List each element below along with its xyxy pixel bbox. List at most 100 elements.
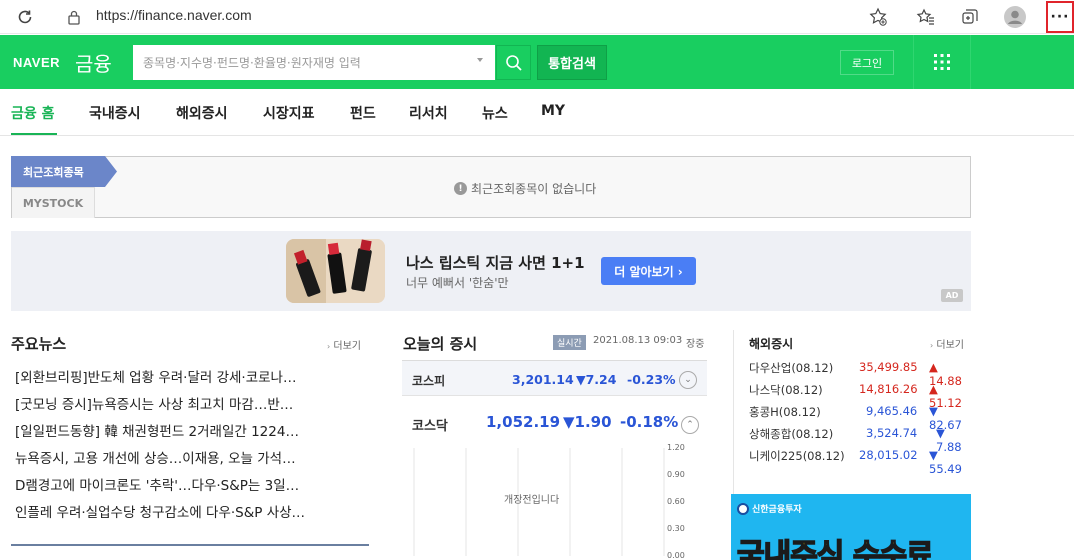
today-market-section: 오늘의 증시 실시간 2021.08.13 09:03 장중 코스피 3,201…: [402, 330, 707, 560]
service-menu-button[interactable]: [913, 35, 971, 89]
tab-mystock[interactable]: MYSTOCK: [12, 187, 95, 218]
news-item[interactable]: 뉴욕증시, 고용 개선에 상승…이재용, 오늘 가석…: [15, 447, 367, 467]
naver-logo[interactable]: NAVER: [13, 55, 60, 70]
overseas-row-name[interactable]: 상해종합(08.12): [749, 426, 833, 442]
site-header: NAVER 금융 통합검색 로그인: [0, 35, 1074, 89]
search-icon: [505, 54, 522, 71]
finance-logo[interactable]: 금융: [75, 48, 112, 77]
chart-ytick: 0.60: [667, 497, 685, 506]
nav-fund[interactable]: 펀드: [350, 103, 376, 123]
overseas-row-value: 35,499.85: [859, 360, 918, 374]
nav-active-indicator: [11, 133, 57, 135]
overseas-more-label: 더보기: [936, 340, 964, 351]
refresh-icon[interactable]: [13, 5, 37, 29]
realtime-badge: 실시간: [553, 335, 586, 350]
news-item[interactable]: 인플레 우려·실업수당 청구감소에 다우·S&P 사상…: [15, 501, 367, 521]
recent-empty-message: ! 최근조회종목이 없습니다: [454, 180, 596, 197]
info-icon: !: [454, 182, 467, 195]
ad-subtitle: 너무 예뻐서 '한숨'만: [406, 276, 509, 290]
news-item[interactable]: [굿모닝 증시]뉴욕증시는 사상 최고치 마감…반…: [15, 393, 367, 413]
overseas-row[interactable]: 상해종합(08.12) 3,524.74 ▼ 7.88: [749, 426, 971, 454]
overseas-row[interactable]: 니케이225(08.12) 28,015.02 ▼ 55.49: [749, 448, 971, 476]
search-button[interactable]: [496, 45, 531, 80]
main-nav: 금융 홈 국내증시 해외증시 시장지표 펀드 리서치 뉴스 MY: [0, 89, 1074, 136]
kosdaq-value: 1,052.19: [486, 413, 561, 431]
kospi-change: ▼7.24: [576, 372, 617, 387]
overseas-row[interactable]: 나스닥(08.12) 14,816.26 ▲ 51.12: [749, 382, 971, 410]
chevron-right-icon: ›: [930, 341, 934, 350]
chevron-down-icon[interactable]: [477, 58, 483, 62]
tab-recent-stocks[interactable]: 최근조회종목: [11, 156, 117, 187]
nav-home[interactable]: 금융 홈: [11, 103, 55, 123]
banner-brand: 신한금융투자: [737, 502, 802, 515]
nav-news[interactable]: 뉴스: [482, 103, 508, 123]
market-datetime: 2021.08.13 09:03: [593, 335, 683, 346]
unified-search-button[interactable]: 통합검색: [537, 45, 607, 80]
banner-headline: 국내주식 수수료: [736, 537, 934, 560]
overseas-row-value: 9,465.46: [866, 404, 918, 418]
news-item[interactable]: [외환브리핑]반도체 업황 우려·달러 강세·코로나…: [15, 366, 367, 386]
ad-banner[interactable]: 나스 립스틱 지금 사면 1+1 너무 예뻐서 '한숨'만 더 알아보기 › A…: [11, 231, 971, 311]
divider: [11, 544, 369, 546]
tab-recent-stocks-label: 최근조회종목: [23, 166, 84, 179]
ad-title[interactable]: 나스 립스틱 지금 사면 1+1: [406, 252, 585, 273]
kosdaq-rate: -0.18%: [620, 413, 679, 431]
ad-image[interactable]: [286, 239, 385, 303]
overseas-row-name[interactable]: 니케이225(08.12): [749, 448, 845, 464]
kospi-value: 3,201.14: [512, 372, 574, 387]
overseas-row[interactable]: 다우산업(08.12) 35,499.85 ▲ 14.88: [749, 360, 971, 388]
kosdaq-row[interactable]: 코스닥 1,052.19 ▼1.90 -0.18% ⌃: [402, 396, 707, 446]
overseas-market-section: 해외증시 › 더보기 다우산업(08.12) 35,499.85 ▲ 14.88…: [733, 330, 971, 480]
news-more-link[interactable]: › 더보기: [327, 337, 361, 352]
add-favorite-icon[interactable]: [866, 5, 890, 29]
news-item[interactable]: D램경고에 마이크론도 '추락'…다우·S&P는 3일…: [15, 474, 367, 494]
grid-icon: [934, 54, 950, 70]
nav-my[interactable]: MY: [541, 103, 565, 119]
address-bar[interactable]: https://finance.naver.com: [96, 7, 252, 23]
chevron-down-icon[interactable]: ⌄: [679, 371, 697, 389]
banner-brand-text: 신한금융투자: [752, 505, 802, 515]
news-title: 주요뉴스: [11, 335, 67, 353]
main-news-section: 주요뉴스 › 더보기 [외환브리핑]반도체 업황 우려·달러 강세·코로나… […: [11, 330, 369, 560]
more-icon[interactable]: ···: [1046, 1, 1074, 33]
overseas-more-link[interactable]: › 더보기: [930, 336, 964, 351]
overseas-row[interactable]: 홍콩H(08.12) 9,465.46 ▼ 82.67: [749, 404, 971, 432]
search-box[interactable]: [133, 45, 495, 80]
profile-icon[interactable]: [1003, 5, 1027, 29]
market-title: 오늘의 증시: [403, 335, 478, 353]
chevron-up-icon[interactable]: ⌃: [681, 416, 699, 434]
nav-overseas[interactable]: 해외증시: [176, 103, 228, 123]
chart-ytick: 0.30: [667, 524, 685, 533]
recent-stocks-panel: 최근조회종목 MYSTOCK ! 최근조회종목이 없습니다: [11, 156, 971, 218]
market-status: 장중: [686, 339, 705, 350]
lock-icon[interactable]: [62, 5, 86, 29]
kospi-row[interactable]: 코스피 3,201.14 ▼7.24 -0.23% ⌄: [402, 360, 707, 396]
favorites-icon[interactable]: [914, 5, 938, 29]
kospi-rate: -0.23%: [627, 372, 676, 387]
collections-icon[interactable]: [958, 5, 982, 29]
overseas-row-value: 3,524.74: [866, 426, 918, 440]
search-input[interactable]: [143, 53, 463, 73]
login-button[interactable]: 로그인: [840, 50, 894, 75]
promo-banner[interactable]: 신한금융투자 국내주식 수수료: [731, 494, 971, 560]
chart-ytick: 0.90: [667, 470, 685, 479]
overseas-row-value: 28,015.02: [859, 448, 918, 462]
chart-message: 개장전입니다: [504, 495, 560, 506]
overseas-row-name[interactable]: 다우산업(08.12): [749, 360, 833, 376]
ad-learn-more-button[interactable]: 더 알아보기 ›: [601, 257, 696, 285]
kosdaq-chart: 개장전입니다 1.20 0.90 0.60 0.30 0.00: [402, 443, 707, 560]
kospi-name[interactable]: 코스피: [412, 372, 445, 389]
shinhan-logo-icon: [737, 502, 749, 515]
kosdaq-change: ▼1.90: [563, 413, 612, 431]
kosdaq-name[interactable]: 코스닥: [412, 415, 448, 434]
nav-domestic[interactable]: 국내증시: [89, 103, 141, 123]
browser-toolbar: https://finance.naver.com ···: [0, 0, 1074, 34]
news-item[interactable]: [일일펀드동향] 韓 채권형펀드 2거래일간 1224…: [15, 420, 367, 440]
chevron-right-icon: ›: [327, 342, 331, 351]
news-more-label: 더보기: [333, 341, 361, 352]
overseas-row-value: 14,816.26: [859, 382, 918, 396]
overseas-row-name[interactable]: 홍콩H(08.12): [749, 404, 821, 420]
overseas-row-name[interactable]: 나스닥(08.12): [749, 382, 823, 398]
nav-indicators[interactable]: 시장지표: [263, 103, 315, 123]
nav-research[interactable]: 리서치: [409, 103, 448, 123]
